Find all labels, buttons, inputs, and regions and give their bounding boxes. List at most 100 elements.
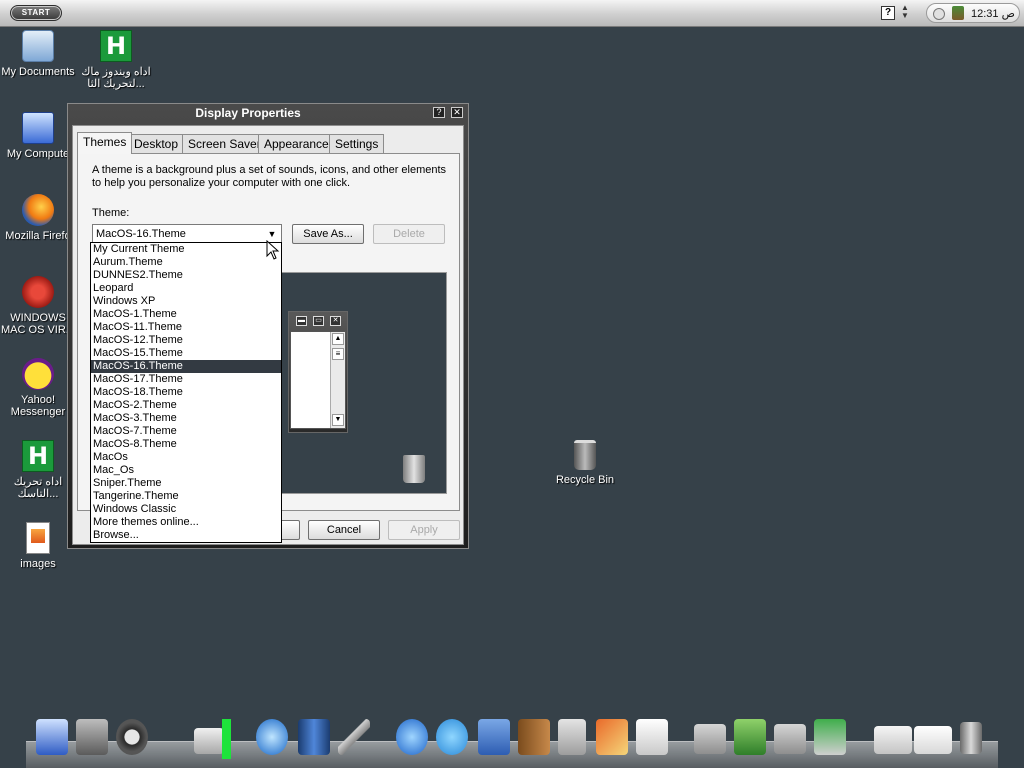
theme-option[interactable]: Aurum.Theme [91, 256, 281, 269]
desktop-icon-h-app-2[interactable]: H اداه تحريك التاسك... [0, 440, 76, 500]
firefox-icon [22, 194, 54, 226]
explorer-window-icon[interactable] [874, 726, 912, 754]
theme-description: A theme is a background plus a set of so… [92, 164, 447, 189]
desktop-icon-label: Mozilla Firefo [5, 230, 71, 242]
tray-network-icon[interactable] [952, 6, 964, 20]
media-player-icon[interactable] [256, 719, 288, 755]
theme-option[interactable]: MacOS-7.Theme [91, 425, 281, 438]
save-as-button[interactable]: Save As... [292, 224, 364, 244]
desktop-icon-my-documents[interactable]: My Documents [0, 30, 76, 78]
virus-icon [22, 276, 54, 308]
preview-icon[interactable] [636, 719, 668, 755]
windows-app-icon[interactable] [734, 719, 766, 755]
theme-dropdown-list: My Current Theme Aurum.Theme DUNNES2.The… [90, 242, 282, 543]
text-edit-icon[interactable] [596, 719, 628, 755]
close-button[interactable]: ✕ [451, 107, 463, 118]
tray-status-icon[interactable] [933, 8, 945, 20]
theme-option[interactable]: MacOS-2.Theme [91, 399, 281, 412]
recycle-bin-icon [574, 440, 596, 470]
desktop-icon-recycle-bin[interactable]: Recycle Bin [550, 440, 620, 486]
desktop-icon-yahoo[interactable]: Yahoo! Messenger [0, 358, 76, 418]
help-dropdown-arrow-icon[interactable]: ▲ ▼ [901, 4, 909, 20]
internet-explorer-icon[interactable] [396, 719, 428, 755]
desktop-icon-label: Recycle Bin [555, 474, 615, 486]
theme-option[interactable]: Mac_Os [91, 464, 281, 477]
dock-shelf [26, 741, 998, 768]
theme-option[interactable]: MacOS-17.Theme [91, 373, 281, 386]
theme-option[interactable]: More themes online... [91, 516, 281, 529]
theme-option[interactable]: MacOS-12.Theme [91, 334, 281, 347]
theme-option[interactable]: My Current Theme [91, 243, 281, 256]
theme-select[interactable]: MacOS-16.Theme ▼ [92, 224, 282, 244]
address-book-icon[interactable] [518, 719, 550, 755]
desktop-icon-label: اداه تحريك التاسك... [13, 476, 63, 500]
my-documents-icon [22, 30, 54, 62]
desktop-icon-my-computer[interactable]: My Compute [0, 112, 76, 160]
theme-option[interactable]: MacOs [91, 451, 281, 464]
delete-button[interactable]: Delete [373, 224, 445, 244]
calculator-icon[interactable] [558, 719, 586, 755]
folder-down-icon[interactable] [774, 724, 806, 754]
preview-window: ▬ ▭ ✕ ▲ ≡ ▼ [288, 311, 348, 433]
tab-themes[interactable]: Themes [77, 132, 133, 154]
top-menu-bar: START ? ▲ ▼ 12:31 ص [0, 0, 1024, 27]
close-icon: ✕ [330, 316, 341, 326]
desktop-icon-virus[interactable]: WINDOWS MAC OS VIR... [0, 276, 76, 336]
theme-option[interactable]: Leopard [91, 282, 281, 295]
power-icon[interactable] [116, 719, 148, 755]
desktop-icon-images[interactable]: images [0, 522, 76, 570]
desktop-icon-label: WINDOWS MAC OS VIR... [1, 312, 75, 336]
preview-scrollbar: ▲ ≡ ▼ [330, 332, 345, 428]
image-file-icon [26, 522, 50, 554]
folder-down-icon[interactable] [694, 724, 726, 754]
theme-option[interactable]: Windows Classic [91, 503, 281, 516]
theme-option[interactable]: MacOS-18.Theme [91, 386, 281, 399]
mouse-cursor-icon [266, 240, 280, 260]
drive-icon[interactable] [194, 728, 224, 754]
messenger-icon[interactable] [436, 719, 468, 755]
theme-option[interactable]: Windows XP [91, 295, 281, 308]
theme-option[interactable]: Browse... [91, 529, 281, 542]
theme-option-selected[interactable]: MacOS-16.Theme [91, 360, 281, 373]
tab-desktop[interactable]: Desktop [128, 134, 185, 153]
trash-icon[interactable] [960, 722, 982, 754]
start-button[interactable]: START [10, 5, 62, 21]
theme-option[interactable]: MacOS-8.Theme [91, 438, 281, 451]
maximize-icon: ▭ [313, 316, 324, 326]
window-minimize-icon[interactable] [914, 726, 952, 754]
desktop-icon-label: اداه ويندوز ماك لتحريك الثا... [81, 66, 151, 90]
scroll-up-icon: ▲ [332, 333, 344, 345]
minimize-icon: ▬ [296, 316, 307, 326]
tab-settings[interactable]: Settings [329, 134, 385, 153]
film-icon[interactable] [298, 719, 330, 755]
theme-option[interactable]: Sniper.Theme [91, 477, 281, 490]
apply-button[interactable]: Apply [388, 520, 460, 540]
desktop-icon-h-app-1[interactable]: H اداه ويندوز ماك لتحريك الثا... [78, 30, 154, 90]
finder-icon[interactable] [36, 719, 68, 755]
theme-option[interactable]: DUNNES2.Theme [91, 269, 281, 282]
mail-stamp-icon[interactable] [478, 719, 510, 755]
system-tray: 12:31 ص [926, 3, 1020, 23]
cancel-button[interactable]: Cancel [308, 520, 380, 540]
preview-window-body: ▲ ≡ ▼ [290, 331, 346, 429]
theme-option[interactable]: MacOS-3.Theme [91, 412, 281, 425]
theme-option[interactable]: Tangerine.Theme [91, 490, 281, 503]
clock[interactable]: 12:31 ص [971, 7, 1015, 20]
theme-option[interactable]: MacOS-11.Theme [91, 321, 281, 334]
system-preferences-icon[interactable] [76, 719, 108, 755]
desktop-icon-label: My Documents [1, 66, 75, 78]
help-button[interactable]: ? [433, 107, 445, 118]
yahoo-icon [22, 358, 54, 390]
theme-option[interactable]: MacOS-15.Theme [91, 347, 281, 360]
theme-option[interactable]: MacOS-1.Theme [91, 308, 281, 321]
theme-label: Theme: [92, 207, 130, 219]
scroll-down-icon: ▼ [332, 414, 344, 426]
preview-trash-icon [403, 455, 425, 483]
scroll-thumb-icon: ≡ [332, 348, 344, 360]
desktop-icon-firefox[interactable]: Mozilla Firefo [0, 194, 76, 242]
tab-screen-saver[interactable]: Screen Saver [182, 134, 267, 153]
tab-appearance[interactable]: Appearance [258, 134, 335, 153]
help-icon[interactable]: ? [881, 6, 895, 20]
download-icon[interactable] [814, 719, 846, 755]
tools-icon[interactable] [338, 719, 370, 755]
